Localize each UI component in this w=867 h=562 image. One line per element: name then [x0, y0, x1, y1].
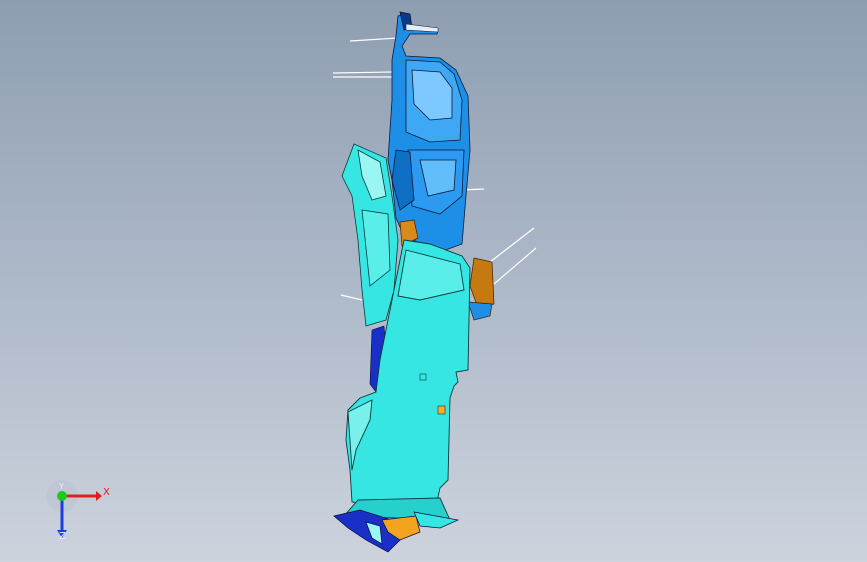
upper-blue-bracket[interactable]	[387, 11, 471, 253]
z-axis-label: Z	[59, 531, 66, 542]
y-axis-dot	[57, 491, 67, 501]
x-axis-label: X	[103, 487, 110, 498]
y-axis-label: Y	[59, 482, 64, 491]
left-cyan-flange[interactable]	[341, 143, 399, 327]
cad-graphics-viewport[interactable]: X Y Z	[0, 0, 867, 562]
coordinate-triad: X Y Z	[40, 478, 120, 548]
3d-model-view[interactable]	[0, 0, 867, 562]
